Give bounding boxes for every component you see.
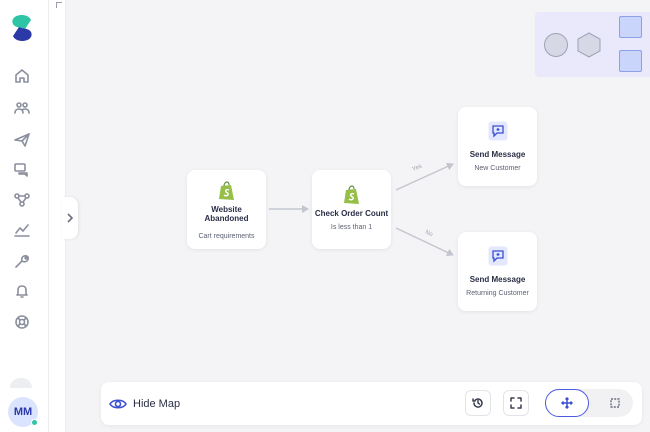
minimap-square-node [619, 16, 642, 38]
chevron-right-icon [67, 213, 74, 223]
node-send-message-new[interactable]: Send Message New Customer [458, 107, 537, 186]
flow-icon[interactable] [13, 191, 31, 209]
history-button[interactable] [465, 390, 491, 416]
canvas-toolbar: Hide Map [101, 382, 642, 425]
minimap-circle-node [544, 33, 568, 57]
node-title: Send Message [469, 150, 526, 159]
fullscreen-button[interactable] [503, 390, 529, 416]
node-subtitle: Returning Customer [466, 290, 529, 297]
chart-icon[interactable] [13, 221, 31, 239]
brand-logo[interactable] [9, 14, 35, 42]
shopify-icon [343, 185, 359, 204]
node-title: Send Message [469, 275, 526, 284]
node-title: Website [211, 205, 242, 214]
history-icon [472, 398, 483, 408]
canvas-mode-toggle [545, 389, 633, 417]
avatar-initials: MM [13, 406, 33, 418]
fullscreen-icon [510, 397, 522, 409]
edge-label-yes: Yes [411, 163, 423, 173]
select-mode-button[interactable] [601, 389, 629, 417]
edge-condition-new [395, 162, 454, 191]
users-icon[interactable] [13, 99, 31, 117]
node-send-message-returning[interactable]: Send Message Returning Customer [458, 232, 537, 311]
node-title-line2: Abandoned [204, 214, 249, 223]
eye-icon [109, 399, 127, 409]
node-website-abandoned[interactable]: Website Abandoned Cart requirements [187, 170, 266, 249]
minimap[interactable] [535, 12, 650, 77]
message-icon [488, 246, 507, 266]
marquee-select-icon [610, 398, 620, 408]
minimap-square-node [619, 50, 642, 72]
move-icon [561, 397, 573, 409]
home-icon[interactable] [13, 67, 31, 85]
wrench-icon[interactable] [13, 252, 31, 270]
node-subtitle: Cart requirements [198, 233, 255, 240]
paper-plane-icon[interactable] [13, 131, 31, 149]
node-check-order-count[interactable]: Check Order Count Is less than 1 [312, 170, 391, 249]
expand-panel-button[interactable] [62, 197, 78, 239]
sidebar: MM [0, 0, 49, 432]
pan-mode-button[interactable] [545, 389, 589, 417]
node-title: Check Order Count [314, 209, 389, 218]
minimap-hexagon-node [577, 32, 601, 58]
hide-map-button[interactable]: Hide Map [109, 394, 180, 414]
node-subtitle: Is less than 1 [330, 224, 373, 231]
panel-corner-icon [56, 2, 62, 8]
bell-icon[interactable] [13, 282, 31, 300]
chat-icon[interactable] [13, 161, 31, 179]
hide-map-label: Hide Map [133, 398, 181, 410]
message-icon [488, 121, 507, 141]
avatar-placeholder [10, 378, 32, 388]
shopify-icon [218, 181, 234, 200]
online-status-dot [31, 419, 38, 426]
lifebuoy-icon[interactable] [13, 313, 31, 331]
node-subtitle: New Customer [474, 165, 521, 172]
edge-label-no: No [424, 229, 434, 239]
